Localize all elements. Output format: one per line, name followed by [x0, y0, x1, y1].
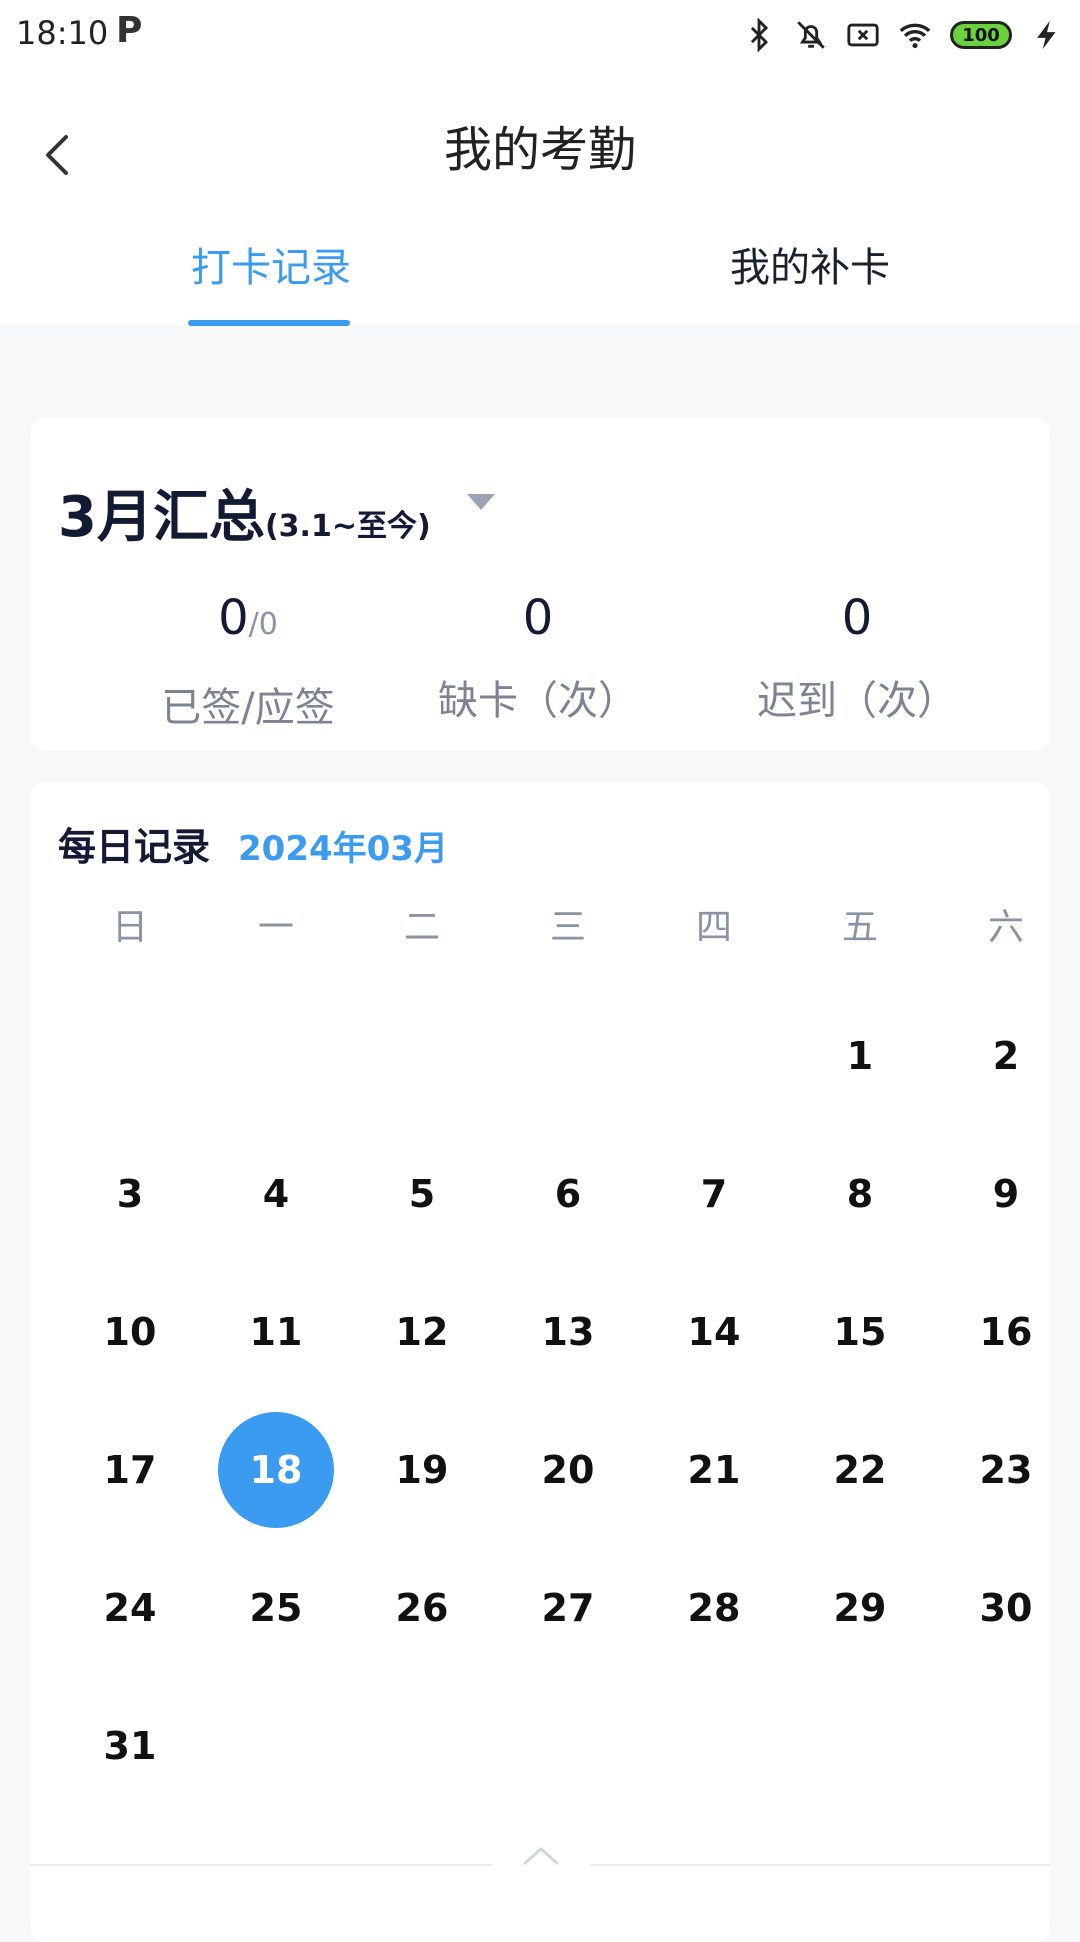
calendar-day[interactable]: 27	[510, 1550, 626, 1666]
calendar-day[interactable]: 4	[218, 1136, 334, 1252]
calendar-day[interactable]: 15	[802, 1274, 918, 1390]
wifi-icon	[899, 23, 931, 49]
collapse-button[interactable]	[516, 1836, 566, 1876]
stat-missing-value: 0	[522, 590, 554, 646]
stat-signed-value: 0/0	[218, 590, 278, 646]
bell-off-icon	[797, 21, 825, 49]
calendar-day[interactable]: 21	[656, 1412, 772, 1528]
calendar-day[interactable]: 22	[802, 1412, 918, 1528]
summary-title[interactable]: 3月汇总 (3.1~至今)	[58, 472, 431, 553]
weekday-label: 二	[403, 907, 440, 948]
weekday-label: 六	[987, 907, 1024, 948]
chevron-up-icon	[523, 1846, 559, 1866]
calendar-day[interactable]: 6	[510, 1136, 626, 1252]
divider	[30, 1864, 492, 1866]
calendar-day[interactable]: 8	[802, 1136, 918, 1252]
calendar-day[interactable]: 10	[72, 1274, 188, 1390]
calendar-header: 每日记录 2024年03月	[58, 816, 448, 871]
calendar-day[interactable]: 3	[72, 1136, 188, 1252]
tab-punch-records[interactable]: 打卡记录	[190, 235, 352, 293]
summary-month: 3月汇总	[58, 485, 265, 550]
bluetooth-icon	[750, 18, 769, 52]
battery-icon: 100	[950, 21, 1012, 49]
divider	[590, 1864, 1050, 1866]
calendar-day[interactable]: 23	[948, 1412, 1064, 1528]
daily-record-card: 每日记录 2024年03月 日一二三四五六 1 2 3 4 5 6 7 8 9 10 11 12 13 14…	[30, 782, 1050, 1942]
calendar-day[interactable]: 26	[364, 1550, 480, 1666]
stat-late-label: 迟到（次）	[757, 678, 957, 724]
stat-signed: 0/0 已签/应签	[98, 590, 398, 733]
app-header: 我的考勤 打卡记录 我的补卡	[0, 70, 1080, 326]
calendar-day[interactable]: 14	[656, 1274, 772, 1390]
calendar-day[interactable]: 30	[948, 1550, 1064, 1666]
calendar-day[interactable]: 19	[364, 1412, 480, 1528]
calendar-day[interactable]: 20	[510, 1412, 626, 1528]
calendar-day[interactable]: 9	[948, 1136, 1064, 1252]
active-tab-indicator	[188, 320, 350, 326]
stat-signed-label: 已签/应签	[161, 685, 335, 731]
calendar-day[interactable]: 17	[72, 1412, 188, 1528]
charging-icon	[1037, 20, 1056, 50]
calendar-day[interactable]: 5	[364, 1136, 480, 1252]
calendar-title: 每日记录	[58, 825, 211, 869]
calendar-day[interactable]: 29	[802, 1550, 918, 1666]
weekday-label: 日	[111, 907, 148, 948]
weekday-label: 三	[549, 907, 586, 948]
status-time: 18:10	[16, 14, 109, 52]
app-notification-icon: P	[116, 10, 143, 51]
calendar-day[interactable]: 25	[218, 1550, 334, 1666]
tab-my-supplement[interactable]: 我的补卡	[725, 235, 895, 293]
stat-late-value: 0	[841, 590, 873, 646]
sim-x-icon	[847, 23, 879, 47]
weekday-label: 四	[695, 907, 732, 948]
calendar-day[interactable]: 7	[656, 1136, 772, 1252]
calendar-day[interactable]: 11	[218, 1274, 334, 1390]
stat-missing: 0 缺卡（次）	[388, 590, 688, 726]
calendar-day[interactable]: 13	[510, 1274, 626, 1390]
stat-late: 0 迟到（次）	[707, 590, 1007, 726]
summary-range: (3.1~至今)	[264, 509, 431, 544]
monthly-summary-card: 3月汇总 (3.1~至今) 0/0 已签/应签 0 缺卡（次） 0 迟到（次）	[30, 418, 1050, 751]
calendar-day[interactable]: 16	[948, 1274, 1064, 1390]
calendar-day[interactable]: 31	[72, 1688, 188, 1804]
calendar-day[interactable]: 24	[72, 1550, 188, 1666]
weekday-label: 五	[841, 907, 878, 948]
calendar-day[interactable]: 28	[656, 1550, 772, 1666]
calendar-day-selected[interactable]: 18	[218, 1412, 334, 1528]
page-title: 我的考勤	[443, 122, 636, 178]
calendar-day[interactable]: 12	[364, 1274, 480, 1390]
stat-missing-label: 缺卡（次）	[438, 678, 638, 724]
status-icons: 100	[742, 14, 1064, 56]
weekday-label: 一	[257, 907, 294, 948]
dropdown-caret-icon[interactable]	[467, 494, 495, 510]
calendar-day[interactable]: 2	[948, 998, 1064, 1114]
status-bar: 18:10 P 100	[0, 0, 1080, 70]
calendar-day[interactable]: 1	[802, 998, 918, 1114]
calendar-month[interactable]: 2024年03月	[238, 821, 448, 870]
